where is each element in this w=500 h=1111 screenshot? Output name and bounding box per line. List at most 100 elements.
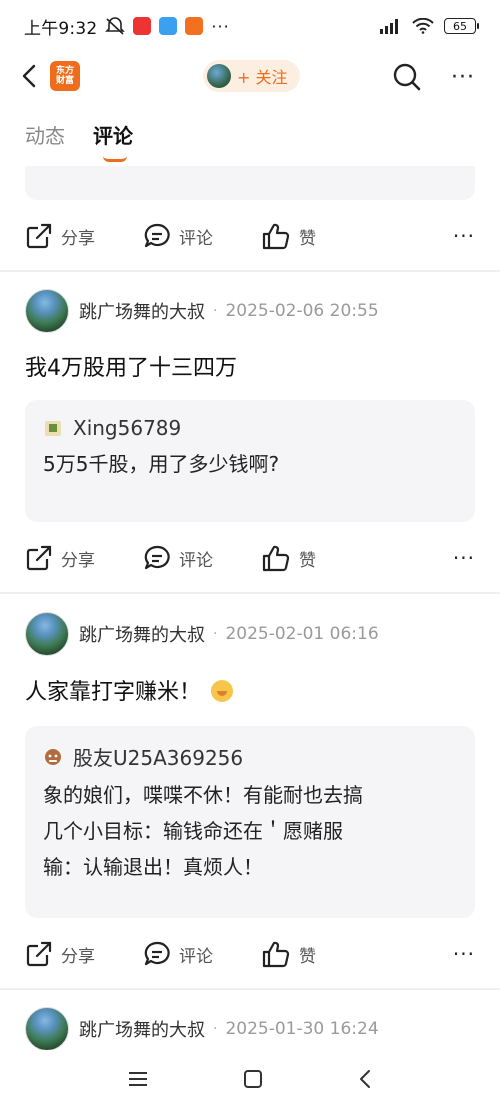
avatar[interactable] — [25, 612, 69, 656]
comment-label: 评论 — [179, 228, 213, 249]
mute-icon — [105, 17, 126, 35]
app-logo-line1: 东方 — [55, 66, 74, 76]
recent-apps-button[interactable] — [127, 1070, 149, 1092]
share-icon — [26, 941, 52, 967]
quoted-text-line: 输：认输退出！真烦人！ — [43, 855, 263, 879]
laughing-emoji-icon — [211, 680, 234, 702]
share-label: 分享 — [61, 550, 95, 571]
like-label: 赞 — [299, 946, 316, 967]
action-row: 分享 评论 赞 ··· — [0, 932, 500, 976]
tab-dynamics[interactable]: 动态 — [25, 104, 65, 166]
comment-header: 跳广场舞的大叔 · 2025-02-01 06:16 — [25, 611, 379, 657]
wifi-icon — [412, 18, 434, 34]
quoted-username: Xing56789 — [73, 416, 182, 440]
tab-bar: 动态 评论 — [0, 104, 500, 166]
comment-icon — [144, 941, 170, 966]
system-nav-bar — [0, 1050, 500, 1111]
back-button[interactable] — [18, 61, 40, 91]
quoted-comment[interactable]: 股友U25A369256 象的娘们，喋喋不休！有能耐也去搞 几个小目标：输钱命还… — [25, 726, 475, 918]
thumbs-up-icon — [262, 223, 290, 250]
menu-icon — [128, 1071, 147, 1086]
more-actions-button[interactable]: ··· — [453, 224, 475, 248]
comment-time: 2025-02-06 20:55 — [225, 301, 379, 321]
more-options-button[interactable]: ··· — [448, 62, 478, 92]
chat-notification-icon — [159, 17, 178, 35]
share-label: 分享 — [61, 228, 95, 249]
comment-time: 2025-02-01 06:16 — [225, 624, 379, 644]
divider — [0, 270, 500, 272]
more-notifications-icon: ··· — [211, 16, 230, 36]
more-dots-icon: ··· — [451, 64, 475, 90]
tab-comments[interactable]: 评论 — [93, 104, 133, 166]
quoted-username: 股友U25A369256 — [73, 746, 244, 770]
status-left: 上午9:32 ··· — [24, 14, 230, 39]
action-row: 分享 评论 赞 ··· — [0, 536, 500, 580]
back-arrow-icon — [22, 64, 36, 88]
separator-dot: · — [213, 1021, 218, 1037]
profile-avatar — [207, 64, 231, 88]
search-icon — [393, 63, 421, 91]
separator-dot: · — [213, 303, 218, 319]
comment-author[interactable]: 跳广场舞的大叔 — [79, 298, 205, 324]
status-bar: 上午9:32 ··· 65 — [0, 0, 500, 52]
quoted-text: 5万5千股，用了多少钱啊? — [43, 452, 280, 476]
comment-button[interactable]: 评论 — [143, 222, 213, 250]
app-notification-icon — [133, 17, 152, 35]
app-logo-line2: 财富 — [55, 76, 74, 86]
quoted-comment[interactable]: Xing56789 5万5千股，用了多少钱啊? — [25, 400, 475, 522]
action-row: 分享 评论 赞 ··· — [0, 214, 500, 258]
comment-button[interactable]: 评论 — [143, 544, 213, 572]
thumbs-up-icon — [262, 545, 290, 572]
like-button[interactable]: 赞 — [261, 940, 316, 968]
share-button[interactable]: 分享 — [25, 940, 95, 968]
more-actions-button[interactable]: ··· — [453, 546, 475, 570]
comment-author[interactable]: 跳广场舞的大叔 — [79, 1016, 205, 1042]
comment-button[interactable]: 评论 — [143, 940, 213, 968]
app-logo[interactable]: 东方 财富 — [50, 61, 80, 91]
battery-icon: 65 — [444, 18, 479, 34]
like-label: 赞 — [299, 228, 316, 249]
share-icon — [26, 545, 52, 571]
comment-author[interactable]: 跳广场舞的大叔 — [79, 621, 205, 647]
avatar[interactable] — [25, 289, 69, 333]
comment-header: 跳广场舞的大叔 · 2025-01-30 16:24 — [25, 1006, 379, 1052]
comment-label: 评论 — [179, 946, 213, 967]
share-button[interactable]: 分享 — [25, 544, 95, 572]
shop-notification-icon — [185, 17, 204, 35]
thumbs-up-icon — [262, 941, 290, 968]
quoted-user: Xing56789 — [43, 416, 457, 440]
quoted-user: 股友U25A369256 — [43, 742, 457, 771]
system-back-button[interactable] — [357, 1068, 373, 1094]
quoted-user-avatar — [45, 748, 61, 765]
status-time: 上午9:32 — [24, 18, 98, 39]
tab-label: 评论 — [93, 124, 133, 148]
comment-time: 2025-01-30 16:24 — [225, 1019, 379, 1039]
like-label: 赞 — [299, 550, 316, 571]
like-button[interactable]: 赞 — [261, 222, 316, 250]
avatar[interactable] — [25, 1007, 69, 1051]
like-button[interactable]: 赞 — [261, 544, 316, 572]
share-label: 分享 — [61, 946, 95, 967]
signal-icon — [380, 19, 398, 34]
divider — [0, 988, 500, 990]
comment-label: 评论 — [179, 550, 213, 571]
divider — [0, 592, 500, 594]
comment-text[interactable]: 人家靠打字赚米！ — [25, 674, 234, 706]
separator-dot: · — [213, 626, 218, 642]
home-button[interactable] — [242, 1068, 264, 1094]
home-square-icon — [243, 1069, 262, 1088]
status-right: 65 — [378, 18, 479, 34]
quoted-user-avatar — [45, 421, 61, 436]
comment-text[interactable]: 我4万股用了十三四万 — [25, 350, 237, 382]
comment-icon — [144, 223, 170, 248]
top-nav-bar: 东方 财富 + 关注 ··· — [0, 52, 500, 100]
quoted-text-line: 几个小目标：输钱命还在＇愿赌服 — [43, 819, 343, 843]
back-chevron-icon — [360, 1069, 371, 1088]
share-button[interactable]: 分享 — [25, 222, 95, 250]
search-button[interactable] — [392, 62, 422, 92]
quoted-text: 象的娘们，喋喋不休！有能耐也去搞 几个小目标：输钱命还在＇愿赌服 输：认输退出！… — [43, 777, 457, 885]
share-icon — [26, 223, 52, 249]
comment-icon — [144, 545, 170, 570]
follow-button[interactable]: + 关注 — [203, 60, 300, 92]
more-actions-button[interactable]: ··· — [453, 942, 475, 966]
